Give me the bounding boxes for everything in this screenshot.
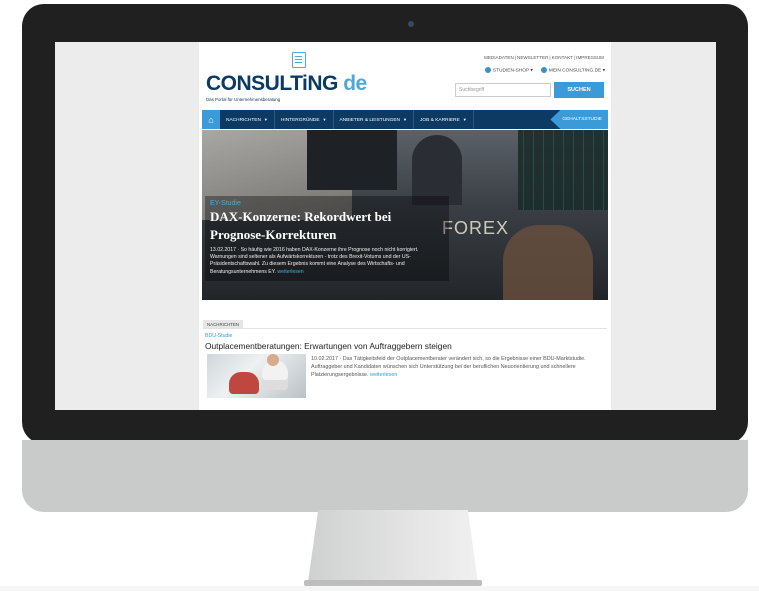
top-link-newsletter[interactable]: NEWSLETTER — [516, 55, 549, 60]
nav-label: NACHRICHTEN — [226, 118, 261, 123]
logo-tagline: Das Portal für Unternehmensberatung — [206, 97, 281, 102]
cart-icon — [484, 67, 491, 73]
main-nav: ⌂ NACHRICHTEN ▼ HINTERGRÜNDE ▼ ANBIETER & … — [202, 110, 608, 129]
nav-item-job-karriere[interactable]: JOB & KARRIERE ▼ — [414, 110, 474, 129]
notepad-icon — [292, 52, 306, 68]
site-logo[interactable]: CONSULTiNG de Das Portal für Unternehmen… — [206, 52, 367, 102]
logo-text: CONSULTiNG de — [206, 72, 367, 96]
home-icon[interactable]: ⌂ — [202, 110, 220, 129]
chevron-down-icon: ▼ — [462, 117, 467, 122]
logo-name: CONSULTiNG — [206, 72, 338, 95]
hero-text-body: 13.02.2017 · So häufig wie 2016 haben DA… — [210, 247, 419, 275]
hero-image-trader — [503, 225, 593, 300]
hero-kicker: EY-Studie — [210, 200, 241, 207]
hero-title[interactable]: DAX-Konzerne: Rekordwert bei Prognose-Ko… — [210, 208, 444, 244]
monitor-screen: CONSULTiNG de Das Portal für Unternehmen… — [55, 42, 716, 410]
search-button[interactable]: SUCHEN — [554, 82, 604, 98]
article-text: 10.02.2017 · Das Tätigkeitsfeld der Outp… — [311, 355, 603, 380]
nav-label: ANBIETER & LEISTUNGEN — [339, 118, 401, 123]
hero-teaser[interactable]: FOREX EY-Studie DAX-Konzerne: Rekordwert… — [202, 130, 608, 300]
chevron-down-icon: ▼ — [263, 117, 268, 122]
hero-text: 13.02.2017 · So häufig wie 2016 haben DA… — [210, 247, 444, 276]
search-input[interactable]: Suchbegriff — [455, 83, 551, 97]
article-title[interactable]: Outplacementberatungen: Erwartungen von … — [205, 341, 452, 351]
article-kicker: BDU-Studie — [205, 333, 233, 339]
nav-item-hintergruende[interactable]: HINTERGRÜNDE ▼ — [275, 110, 334, 129]
article-text-body: 10.02.2017 · Das Tätigkeitsfeld der Outp… — [311, 356, 586, 379]
mein-consulting-link[interactable]: MEIN CONSULTING.DE ▾ — [540, 67, 605, 74]
hero-more-link[interactable]: weiterlesen — [277, 269, 303, 275]
hero-image-trading-screens — [518, 130, 608, 210]
hero-image-forex-text: FOREX — [442, 218, 510, 238]
logo-domain: de — [343, 72, 367, 95]
nav-item-gehaltsstudie[interactable]: GEHALTSSTUDIE — [550, 110, 608, 129]
studien-shop-link[interactable]: STUDIEN-SHOP ▾ — [484, 67, 533, 74]
hero-caption: EY-Studie DAX-Konzerne: Rekordwert bei P… — [205, 196, 449, 281]
thumbnail-figure — [229, 372, 259, 394]
top-link-mediadaten[interactable]: MEDIADATEN — [483, 55, 515, 60]
article-more-link[interactable]: weiterlesen — [370, 372, 397, 378]
chevron-down-icon: ▼ — [322, 117, 327, 122]
nav-label: JOB & KARRIERE — [420, 118, 460, 123]
article-thumbnail[interactable] — [207, 354, 306, 398]
top-links: MEDIADATEN|NEWSLETTER|KONTAKT|IMPRESSUM — [483, 55, 605, 60]
section-divider — [203, 328, 607, 329]
top-link-impressum[interactable]: IMPRESSUM — [575, 55, 605, 60]
user-nav: STUDIEN-SHOP ▾ MEIN CONSULTING.DE ▾ — [484, 67, 605, 74]
website-page: CONSULTiNG de Das Portal für Unternehmen… — [199, 42, 611, 410]
mein-consulting-label: MEIN CONSULTING.DE — [548, 68, 602, 74]
hero-image-person — [412, 135, 462, 205]
nav-item-nachrichten[interactable]: NACHRICHTEN ▼ — [220, 110, 275, 129]
chevron-down-icon: ▼ — [403, 117, 407, 122]
user-icon — [540, 67, 547, 73]
nav-item-anbieter[interactable]: ANBIETER & LEISTUNGEN ▼ — [334, 110, 414, 129]
camera-icon — [408, 21, 414, 27]
monitor-stand — [308, 510, 478, 582]
top-link-kontakt[interactable]: KONTAKT — [551, 55, 574, 60]
hero-image-shadow — [307, 130, 397, 190]
nav-label: HINTERGRÜNDE — [280, 118, 320, 123]
floor-shadow — [0, 586, 759, 591]
thumbnail-head — [267, 354, 279, 366]
monitor-chin — [22, 440, 748, 512]
studien-shop-label: STUDIEN-SHOP — [492, 68, 530, 74]
